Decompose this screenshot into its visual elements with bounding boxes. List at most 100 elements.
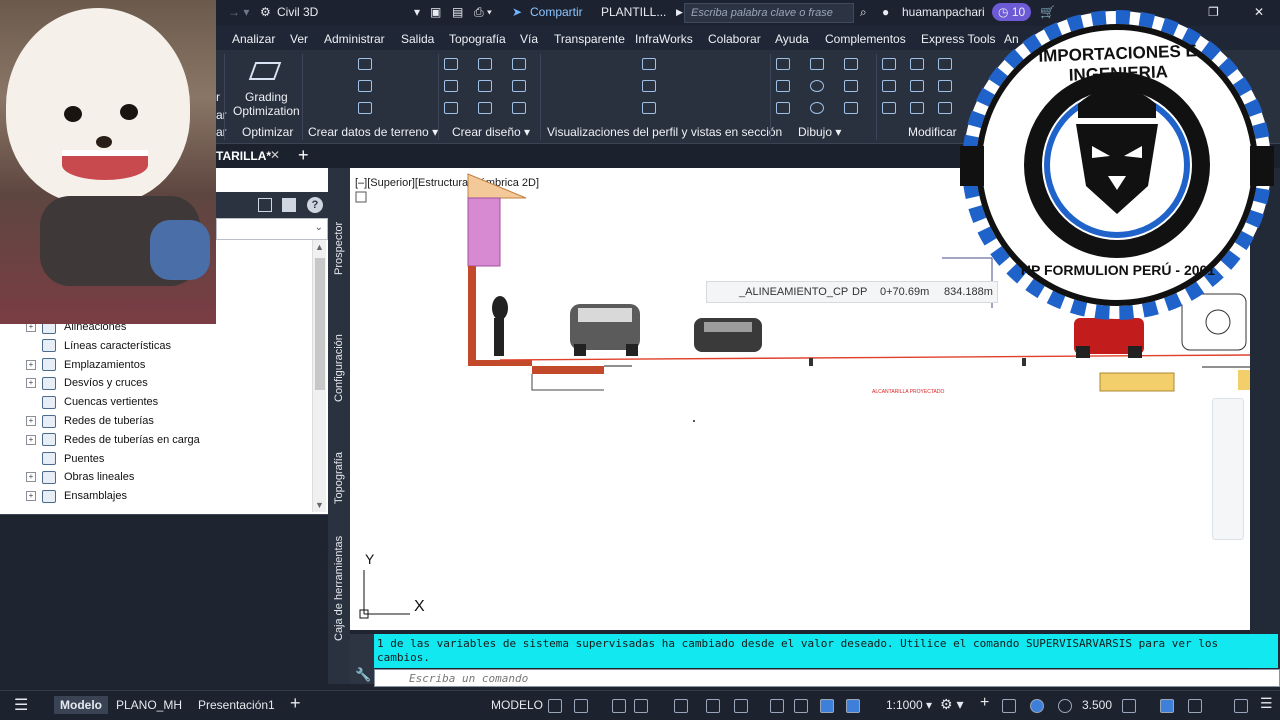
design-icon[interactable]: [512, 80, 526, 92]
add-layout-button[interactable]: +: [290, 693, 301, 714]
expand-icon[interactable]: +: [26, 434, 36, 445]
document-tab[interactable]: TARILLA*: [216, 149, 271, 163]
panel-crear-diseno[interactable]: Crear diseño ▾: [452, 125, 530, 139]
scale-icon[interactable]: [910, 102, 924, 114]
design-icon[interactable]: [444, 80, 458, 92]
object-snap-icon[interactable]: [674, 699, 688, 713]
annotation-scale-dropdown[interactable]: 1:1000 ▾: [886, 698, 932, 712]
scrollbar-thumb[interactable]: [315, 258, 325, 390]
user-icon[interactable]: ●: [882, 5, 889, 19]
polyline-icon[interactable]: [776, 102, 790, 114]
tree-item[interactable]: + Redes de tuberías en carga: [26, 431, 200, 449]
menu-ayuda[interactable]: Ayuda: [775, 32, 809, 46]
mirror-icon[interactable]: [910, 80, 924, 92]
menu-salida[interactable]: Salida: [401, 32, 434, 46]
help-icon[interactable]: ?: [307, 197, 323, 213]
autoscale-icon[interactable]: [846, 699, 860, 713]
tree-item[interactable]: + Obras lineales: [26, 468, 134, 486]
rotate-icon[interactable]: [910, 58, 924, 70]
transparency-icon[interactable]: [794, 699, 808, 713]
dynamic-ucs-icon[interactable]: [734, 699, 748, 713]
design-icon[interactable]: [444, 102, 458, 114]
search-input[interactable]: Escriba palabra clave o frase: [684, 3, 854, 23]
workspace-dropdown-icon[interactable]: ▾: [414, 5, 420, 19]
stretch-icon[interactable]: [882, 102, 896, 114]
menu-topografia[interactable]: Topografía: [449, 32, 506, 46]
terrain-icon[interactable]: [358, 80, 372, 92]
model-space-toggle[interactable]: MODELO: [491, 698, 543, 712]
menu-via[interactable]: Vía: [520, 32, 538, 46]
point-icon[interactable]: [776, 80, 790, 92]
grading-optimization-button[interactable]: Grading Optimization: [233, 90, 300, 118]
lineweight-icon[interactable]: [770, 699, 784, 713]
expand-icon[interactable]: +: [26, 359, 36, 370]
fillet-icon[interactable]: [938, 80, 952, 92]
tree-scrollbar[interactable]: ▲ ▼: [312, 240, 326, 512]
tree-item[interactable]: + Desvíos y cruces: [26, 374, 148, 392]
ellipse-icon[interactable]: [810, 102, 824, 114]
design-icon[interactable]: [512, 102, 526, 114]
tab-caja-herramientas[interactable]: Caja de herramientas: [328, 528, 350, 648]
ortho-icon[interactable]: [612, 699, 626, 713]
gear-icon[interactable]: ⚙: [260, 5, 271, 19]
command-input[interactable]: Escriba un comando: [374, 669, 1280, 687]
menu-complementos[interactable]: Complementos: [825, 32, 906, 46]
panel-optimizar[interactable]: Optimizar: [242, 125, 293, 139]
profile-view-icon[interactable]: [642, 102, 656, 114]
design-icon[interactable]: [444, 58, 458, 70]
wrench-icon[interactable]: 🔧: [355, 667, 371, 683]
geolocation-icon[interactable]: [1160, 699, 1174, 713]
tab-prospector[interactable]: Prospector: [328, 208, 350, 288]
polar-icon[interactable]: [634, 699, 648, 713]
share-icon[interactable]: ➤: [512, 5, 522, 19]
tab-configuracion[interactable]: Configuración: [328, 318, 350, 418]
profile-view-icon[interactable]: [642, 58, 656, 70]
hardware-accel-icon[interactable]: [1058, 699, 1072, 713]
panel-dibujo[interactable]: Dibujo ▾: [798, 125, 841, 139]
grading-optimization-icon[interactable]: [248, 62, 282, 80]
layout-tab-presentacion1[interactable]: Presentación1: [198, 698, 275, 712]
array-icon[interactable]: [938, 102, 952, 114]
tree-item[interactable]: Cuencas vertientes: [26, 393, 158, 411]
properties-icon[interactable]: [1188, 699, 1202, 713]
scrollbar-up-icon[interactable]: ▲: [315, 242, 324, 252]
design-icon[interactable]: [512, 58, 526, 70]
design-icon[interactable]: [478, 102, 492, 114]
workspace-label[interactable]: Civil 3D: [277, 5, 318, 19]
scrollbar-down-icon[interactable]: ▼: [315, 500, 324, 510]
circle-icon[interactable]: [810, 80, 824, 92]
profile-view-icon[interactable]: [642, 80, 656, 92]
clean-screen-icon[interactable]: [1030, 699, 1044, 713]
save-icon[interactable]: ▣: [430, 5, 441, 19]
command-line-grip[interactable]: 🔧: [350, 634, 374, 684]
annotation-visibility-icon[interactable]: [820, 699, 834, 713]
layout-tab-modelo[interactable]: Modelo: [54, 696, 108, 714]
print-icon[interactable]: ⎙ ▾: [474, 5, 492, 20]
back-arrow-icon[interactable]: → ▾: [228, 5, 249, 19]
close-tab-icon[interactable]: ✕: [270, 148, 280, 162]
line-icon[interactable]: [776, 58, 790, 70]
palette-icon[interactable]: [282, 198, 296, 212]
navigation-tools-panel[interactable]: [1212, 398, 1244, 540]
expand-icon[interactable]: +: [26, 416, 36, 426]
snap-mode-icon[interactable]: [574, 699, 588, 713]
expand-icon[interactable]: +: [26, 378, 36, 389]
new-tab-button[interactable]: +: [298, 145, 309, 166]
save-as-icon[interactable]: ▤: [452, 5, 463, 19]
polyline-icon[interactable]: [810, 58, 824, 70]
expand-icon[interactable]: +: [26, 491, 36, 502]
share-button[interactable]: Compartir: [530, 5, 583, 19]
panel-crear-datos-terreno[interactable]: Crear datos de terreno ▾: [308, 125, 438, 139]
statusbar-menu-icon[interactable]: ☰: [1260, 695, 1273, 712]
trim-icon[interactable]: [938, 58, 952, 70]
palette-view-dropdown[interactable]: ⌄: [216, 218, 328, 240]
panel-visualizaciones-perfil[interactable]: Visualizaciones del perfil y vistas en s…: [547, 125, 782, 139]
terrain-icon[interactable]: [358, 58, 372, 70]
menu-transparente[interactable]: Transparente: [554, 32, 625, 46]
tab-topografia[interactable]: Topografía: [328, 438, 350, 518]
workspace-gear-icon[interactable]: ⚙ ▾: [940, 696, 963, 713]
design-icon[interactable]: [478, 80, 492, 92]
menu-analizar[interactable]: Analizar: [232, 32, 275, 46]
rectangle-icon[interactable]: [844, 80, 858, 92]
menu-infraworks[interactable]: InfraWorks: [635, 32, 693, 46]
